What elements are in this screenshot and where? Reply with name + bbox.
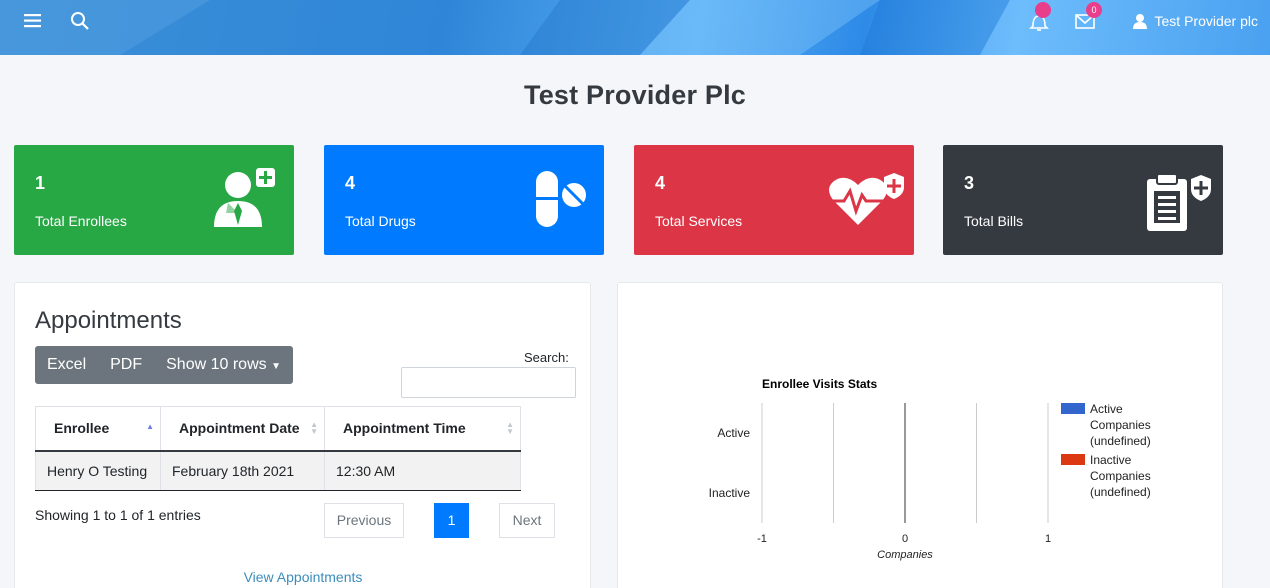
excel-button[interactable]: Excel bbox=[35, 346, 98, 384]
cell-appointment-date: February 18th 2021 bbox=[160, 450, 325, 491]
notifications-badge bbox=[1035, 2, 1051, 18]
cell-appointment-time: 12:30 AM bbox=[324, 450, 521, 491]
chart-x-axis-label: Companies bbox=[877, 549, 933, 561]
pagination-next[interactable]: Next bbox=[499, 503, 555, 538]
column-header-label: Appointment Time bbox=[343, 420, 466, 437]
column-header-appointment-time[interactable]: Appointment Time ▲ ▼ bbox=[324, 406, 521, 452]
search-button[interactable] bbox=[67, 8, 93, 34]
table-row[interactable]: Henry O Testing February 18th 2021 12:30… bbox=[35, 450, 521, 491]
card-total-drugs[interactable]: 4 Total Drugs bbox=[324, 145, 604, 255]
sort-icon: ▲ ▼ bbox=[310, 420, 318, 436]
search-label: Search: bbox=[524, 350, 569, 365]
messages-button[interactable]: 0 bbox=[1073, 2, 1102, 34]
column-header-enrollee[interactable]: Enrollee ▲ bbox=[35, 406, 161, 452]
user-plus-icon bbox=[214, 168, 275, 227]
show-rows-label: Show 10 rows bbox=[166, 356, 267, 373]
export-button-group: Excel PDF Show 10 rows ▼ bbox=[35, 346, 293, 384]
enrollee-visits-chart: Enrollee Visits Stats Active Inactive -1 0 1 C… bbox=[709, 377, 1151, 561]
chart-legend-swatch bbox=[1061, 403, 1085, 414]
messages-badge: 0 bbox=[1086, 2, 1102, 18]
card-label: Total Services bbox=[655, 213, 743, 229]
chart-category-label: Active bbox=[717, 426, 750, 440]
appointments-title: Appointments bbox=[35, 307, 182, 334]
card-total-enrollees[interactable]: 1 Total Enrollees bbox=[14, 145, 294, 255]
user-menu[interactable]: Test Provider plc bbox=[1132, 13, 1258, 29]
search-input[interactable] bbox=[401, 367, 576, 398]
show-rows-button[interactable]: Show 10 rows ▼ bbox=[154, 346, 293, 384]
column-header-label: Appointment Date bbox=[179, 420, 300, 437]
appointments-table: Enrollee ▲ Appointment Date ▲ ▼ Appointme… bbox=[35, 406, 521, 491]
search-icon bbox=[71, 12, 89, 30]
pills-icon bbox=[536, 171, 586, 227]
card-value: 4 bbox=[345, 173, 356, 193]
top-navbar: 0 Test Provider plc bbox=[0, 0, 1270, 55]
chart-x-tick-label: 1 bbox=[1045, 533, 1051, 545]
card-value: 1 bbox=[35, 173, 46, 193]
pdf-button[interactable]: PDF bbox=[98, 346, 154, 384]
menu-toggle-button[interactable] bbox=[20, 8, 46, 34]
page-title: Test Provider Plc bbox=[524, 80, 746, 110]
card-total-services[interactable]: 4 Total Services bbox=[634, 145, 914, 255]
chart-legend-label: Companies bbox=[1090, 469, 1151, 483]
column-header-label: Enrollee bbox=[54, 420, 110, 437]
card-label: Total Drugs bbox=[345, 213, 416, 229]
heartbeat-shield-icon bbox=[829, 173, 904, 225]
chart-title: Enrollee Visits Stats bbox=[762, 377, 877, 391]
appointments-panel: Appointments Excel PDF Show 10 rows ▼ Se… bbox=[14, 282, 591, 588]
card-label: Total Enrollees bbox=[35, 213, 127, 229]
view-appointments-link[interactable]: View Appointments bbox=[15, 569, 591, 585]
chart-legend-swatch bbox=[1061, 454, 1085, 465]
table-info: Showing 1 to 1 of 1 entries bbox=[35, 507, 201, 523]
card-value: 4 bbox=[655, 173, 666, 193]
pagination-page-1[interactable]: 1 bbox=[434, 503, 469, 538]
chart-category-label: Inactive bbox=[709, 486, 751, 500]
chart-panel: Enrollee Visits Stats Active Inactive -1 0 1 C… bbox=[617, 282, 1223, 588]
column-header-appointment-date[interactable]: Appointment Date ▲ ▼ bbox=[160, 406, 325, 452]
chart-x-tick-label: -1 bbox=[757, 533, 767, 545]
cell-enrollee: Henry O Testing bbox=[35, 450, 161, 491]
card-total-bills[interactable]: 3 Total Bills bbox=[943, 145, 1223, 255]
chart-legend-label: Active bbox=[1090, 402, 1123, 416]
chart-legend-label: (undefined) bbox=[1090, 434, 1151, 448]
chart-legend-label: (undefined) bbox=[1090, 485, 1151, 499]
sort-icon: ▲ ▼ bbox=[506, 420, 514, 436]
chart-x-tick-label: 0 bbox=[902, 533, 908, 545]
clipboard-shield-icon bbox=[1147, 173, 1211, 231]
notifications-button[interactable] bbox=[1026, 2, 1052, 34]
card-label: Total Bills bbox=[964, 213, 1024, 229]
caret-down-icon: ▼ bbox=[271, 361, 281, 372]
user-icon bbox=[1132, 14, 1147, 29]
card-value: 3 bbox=[964, 173, 975, 193]
hamburger-icon bbox=[24, 14, 41, 28]
chart-legend-label: Inactive bbox=[1090, 453, 1132, 467]
user-name: Test Provider plc bbox=[1154, 13, 1258, 29]
chart-legend-label: Companies bbox=[1090, 418, 1151, 432]
sort-asc-icon: ▲ bbox=[146, 422, 154, 431]
pagination-previous[interactable]: Previous bbox=[324, 503, 404, 538]
